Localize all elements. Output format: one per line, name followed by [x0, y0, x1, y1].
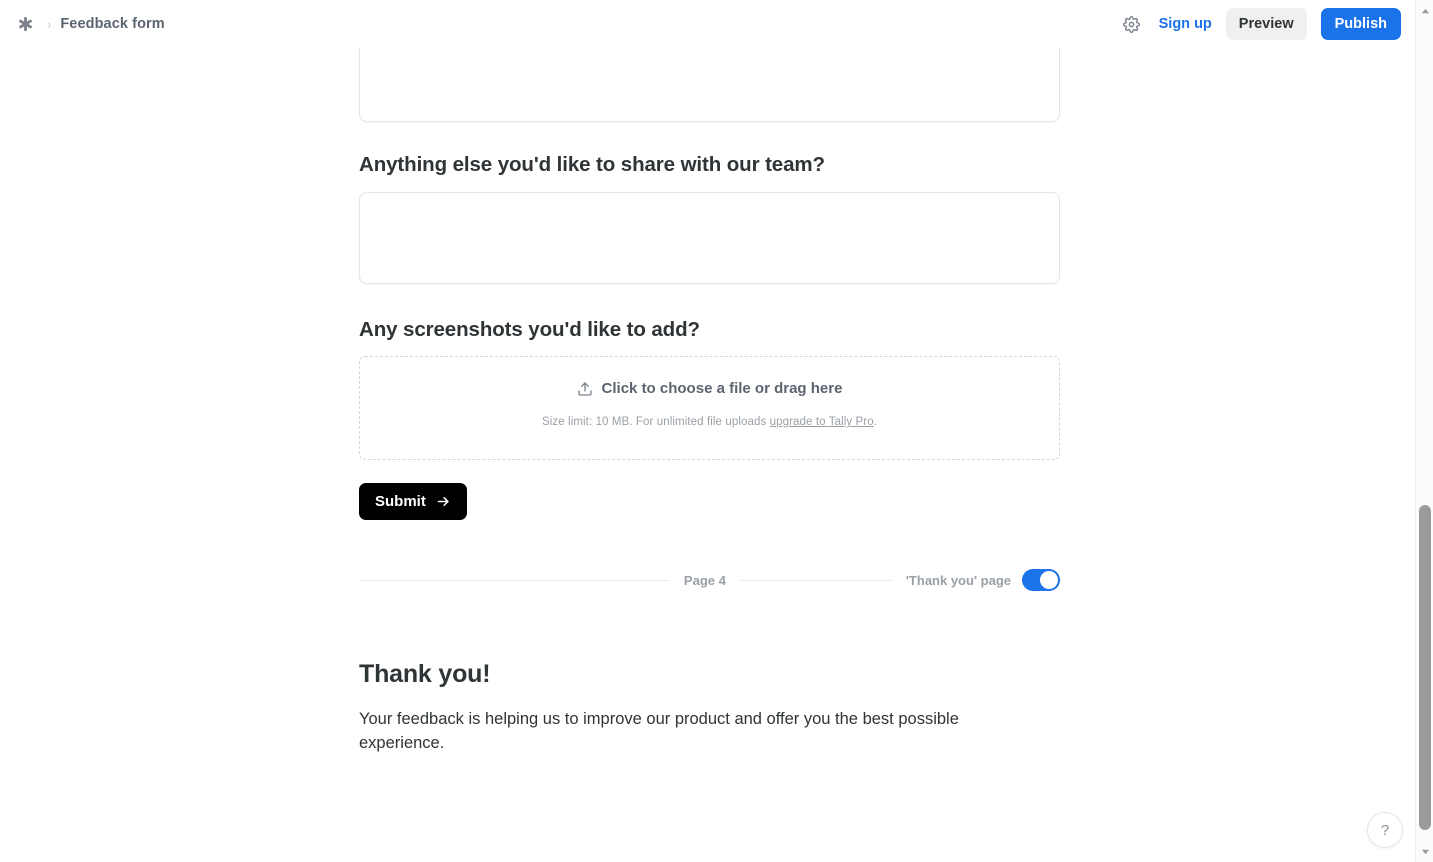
thank-you-heading-wrap: Thank you!: [359, 660, 1060, 689]
file-upload-wrap: Click to choose a file or drag here Size…: [359, 356, 1060, 460]
app-root: Anything else you'd like to share with o…: [0, 0, 1433, 862]
scroll-down-arrow-icon[interactable]: [1416, 842, 1433, 860]
file-upload-hint-prefix: Size limit: 10 MB. For unlimited file up…: [541, 416, 770, 428]
question-title: Any screenshots you'd like to add?: [359, 318, 700, 341]
form-builder-canvas: Anything else you'd like to share with o…: [0, 0, 1415, 862]
form-title[interactable]: Feedback form: [60, 16, 164, 32]
publish-button[interactable]: Publish: [1320, 7, 1401, 41]
sign-up-link[interactable]: Sign up: [1159, 16, 1212, 32]
preview-button[interactable]: Preview: [1225, 7, 1307, 41]
divider-line-right: [739, 579, 892, 581]
file-upload-hint: Size limit: 10 MB. For unlimited file up…: [542, 416, 877, 428]
anything-else-textarea-wrap: [359, 192, 1060, 284]
scroll-up-arrow-icon[interactable]: [1416, 2, 1433, 20]
upgrade-to-tally-pro-link[interactable]: upgrade to Tally Pro: [770, 416, 874, 428]
file-upload-dropzone[interactable]: Click to choose a file or drag here Size…: [359, 356, 1060, 460]
gear-icon[interactable]: [1119, 11, 1145, 37]
thank-you-heading[interactable]: Thank you!: [359, 660, 1060, 689]
scrollbar-thumb[interactable]: [1419, 505, 1431, 830]
arrow-right-icon: [436, 494, 451, 509]
asterisk-logo-icon[interactable]: [12, 11, 38, 37]
page-number-label: Page 4: [683, 572, 726, 588]
top-bar-actions: Sign up Preview Publish: [1119, 7, 1415, 41]
question-mark-icon: ?: [1380, 821, 1390, 839]
help-button[interactable]: ?: [1367, 812, 1403, 848]
divider-line-left: [359, 579, 670, 581]
breadcrumb-separator-icon: ›: [47, 16, 52, 32]
anything-else-textarea[interactable]: [359, 192, 1060, 284]
question-block-screenshots: Any screenshots you'd like to add?: [359, 317, 1060, 344]
page-divider: Page 4 'Thank you' page: [359, 569, 1060, 591]
question-block-anything-else: Anything else you'd like to share with o…: [359, 152, 1060, 179]
submit-button-label: Submit: [375, 493, 426, 510]
thank-you-page-toggle-label: 'Thank you' page: [905, 572, 1011, 588]
upload-icon: [577, 381, 593, 397]
file-upload-cta-label: Click to choose a file or drag here: [601, 380, 843, 397]
thank-you-body-text[interactable]: Your feedback is helping us to improve o…: [359, 707, 999, 756]
file-upload-cta: Click to choose a file or drag here: [577, 380, 843, 397]
breadcrumb: › Feedback form: [0, 11, 165, 37]
toggle-knob: [1040, 571, 1058, 589]
top-bar: › Feedback form Sign up Preview Publish: [0, 0, 1415, 48]
thank-you-body-wrap: Your feedback is helping us to improve o…: [359, 707, 1060, 756]
submit-button[interactable]: Submit: [359, 483, 467, 520]
submit-wrap: Submit: [359, 483, 1060, 520]
vertical-scrollbar[interactable]: [1415, 0, 1433, 862]
question-title: Anything else you'd like to share with o…: [359, 153, 825, 176]
thank-you-page-toggle[interactable]: [1022, 569, 1060, 591]
file-upload-hint-suffix: .: [873, 416, 878, 428]
thank-you-page-toggle-group: 'Thank you' page: [906, 569, 1060, 591]
